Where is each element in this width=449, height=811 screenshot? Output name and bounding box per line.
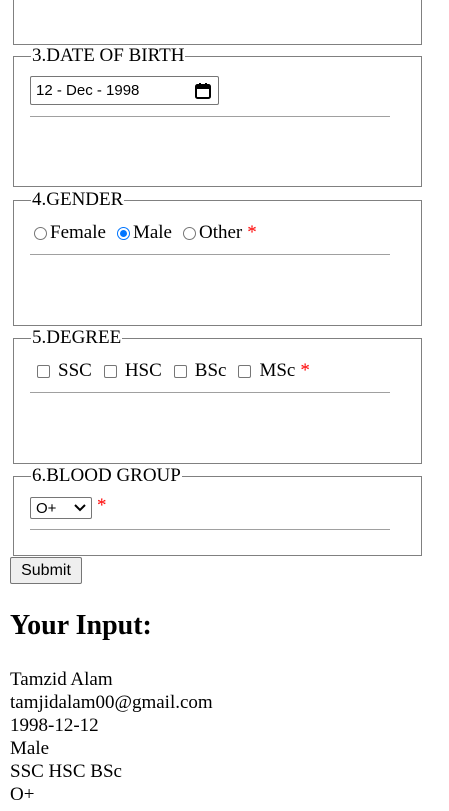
divider	[30, 392, 390, 393]
checkbox-label-ssc: SSC	[58, 360, 92, 381]
fieldset-gender: 4.GENDER Female Male Other *	[13, 190, 422, 326]
required-mark: *	[300, 360, 310, 381]
required-mark: *	[247, 222, 257, 243]
legend-degree: 5.DEGREE	[31, 327, 123, 348]
divider	[30, 116, 390, 117]
output-name: Tamzid Alam	[10, 669, 113, 690]
radio-male[interactable]	[116, 226, 130, 240]
fieldset-date-of-birth: 3.DATE OF BIRTH 12 - Dec - 1998	[13, 46, 422, 187]
required-mark: *	[97, 495, 107, 516]
legend-gender: 4.GENDER	[31, 189, 125, 210]
divider	[30, 254, 390, 255]
submit-button[interactable]: Submit	[10, 557, 82, 584]
output-blood-group: O+	[10, 784, 35, 805]
fieldset-previous	[13, 0, 422, 45]
degree-options: SSC HSC BSc MSc *	[31, 360, 310, 382]
radio-other[interactable]	[182, 226, 196, 240]
legend-blood-group: 6.BLOOD GROUP	[31, 465, 182, 486]
calendar-icon[interactable]	[194, 82, 212, 100]
date-of-birth-input[interactable]: 12 - Dec - 1998	[30, 76, 219, 105]
radio-label-male: Male	[132, 222, 172, 243]
fieldset-degree: 5.DEGREE SSC HSC BSc MSc *	[13, 328, 422, 464]
checkbox-label-msc: MSc	[259, 360, 296, 381]
checkbox-ssc[interactable]	[37, 364, 50, 378]
radio-label-other: Other	[198, 222, 243, 243]
gender-options: Female Male Other *	[28, 222, 257, 244]
divider	[30, 529, 390, 530]
fieldset-blood-group: 6.BLOOD GROUP O+ *	[13, 466, 422, 556]
output-heading: Your Input:	[10, 610, 152, 641]
checkbox-label-bsc: BSc	[194, 360, 227, 381]
checkbox-label-hsc: HSC	[124, 360, 162, 381]
output-date-of-birth: 1998-12-12	[10, 715, 99, 736]
output-degree: SSC HSC BSc	[10, 761, 122, 782]
checkbox-msc[interactable]	[238, 364, 252, 378]
legend-date-of-birth: 3.DATE OF BIRTH	[31, 45, 186, 66]
blood-group-value: O+	[36, 499, 57, 517]
blood-group-select[interactable]: O+	[30, 497, 92, 519]
output-email: tamjidalam00@gmail.com	[10, 692, 213, 713]
checkbox-bsc[interactable]	[173, 364, 187, 378]
radio-label-female: Female	[50, 222, 106, 243]
radio-female[interactable]	[34, 226, 47, 240]
date-value: 12 - Dec - 1998	[36, 82, 140, 99]
checkbox-hsc[interactable]	[103, 364, 117, 378]
output-gender: Male	[10, 738, 50, 759]
chevron-down-icon	[74, 504, 86, 512]
